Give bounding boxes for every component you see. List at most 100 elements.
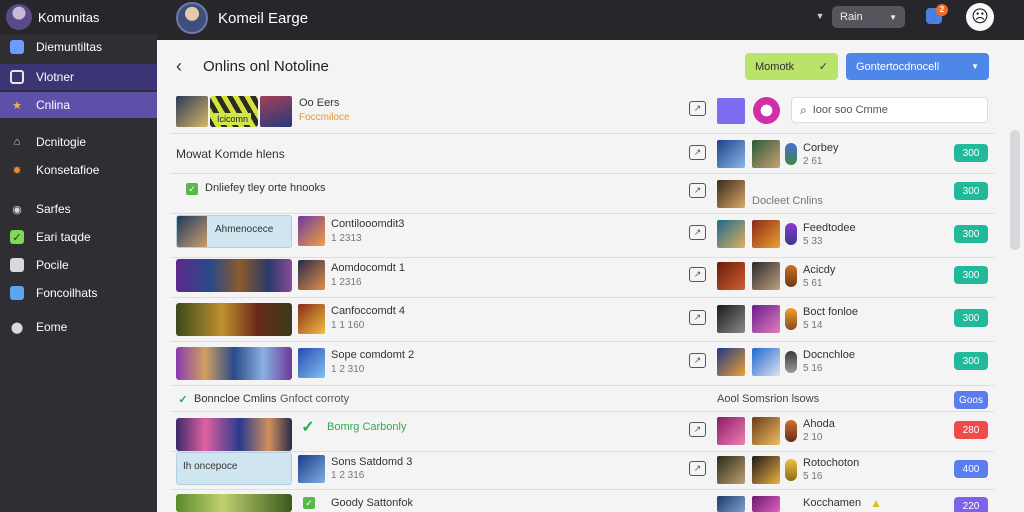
box-icon — [10, 70, 24, 84]
score-pill[interactable]: 300 — [954, 182, 988, 200]
user-thumbnail — [785, 223, 797, 245]
sidebar-item-3[interactable]: ⌂ Dcnitogie — [0, 129, 157, 155]
edit-icon[interactable]: ↗ — [689, 225, 706, 240]
user-name: Ahoda — [803, 418, 835, 430]
brand[interactable]: Komunitas — [0, 0, 157, 34]
edit-icon[interactable]: ↗ — [689, 101, 706, 116]
user-count: 5 14 — [803, 320, 823, 331]
sidebar-item-1[interactable]: Vlotner — [0, 64, 157, 90]
page-title: Onlins onl Notoline — [203, 58, 329, 75]
user-count: 5 16 — [803, 363, 823, 374]
edit-icon[interactable]: ↗ — [689, 461, 706, 476]
game-thumbnail — [298, 455, 325, 483]
score-pill[interactable]: 220 — [954, 497, 988, 512]
edit-icon[interactable]: ↗ — [689, 145, 706, 160]
star-icon: ★ — [12, 99, 22, 112]
sidebar-item-label: Diemuntiltas — [36, 40, 103, 54]
green-action-button[interactable]: Momotk ✓ — [745, 53, 838, 80]
search-input[interactable]: ⌕ — [791, 97, 988, 123]
user-thumbnail — [752, 262, 780, 290]
banner-label: Ih oncepoce — [183, 461, 238, 472]
sidebar-item-9[interactable]: ⬤ Eome — [0, 314, 157, 340]
sidebar-item-label: Eari taqde — [36, 230, 91, 244]
score-pill[interactable]: 300 — [954, 309, 988, 327]
calendar-icon — [10, 286, 24, 300]
user-menu-icon[interactable]: ☹ — [966, 3, 994, 31]
search-icon: ⌕ — [800, 102, 807, 117]
edit-icon[interactable]: ↗ — [689, 422, 706, 437]
user-thumbnail — [785, 459, 797, 481]
back-arrow-icon[interactable]: ‹ — [176, 56, 182, 77]
score-pill[interactable]: 300 — [954, 266, 988, 284]
sidebar-item-6[interactable]: ✓ Eari taqde — [0, 224, 157, 250]
score-pill[interactable]: 400 — [954, 460, 988, 478]
page-header-title: Komeil Earge — [218, 9, 309, 27]
user-thumbnail — [717, 348, 745, 376]
score-pill[interactable]: 300 — [954, 352, 988, 370]
check-icon: ✓ — [186, 183, 198, 195]
profile-header[interactable]: Komeil Earge — [176, 2, 308, 34]
score-pill[interactable]: 300 — [954, 144, 988, 162]
user-thumbnail — [785, 420, 797, 442]
user-thumbnail — [752, 456, 780, 484]
shield-icon: ⬤ — [10, 321, 24, 334]
table-row[interactable] — [170, 214, 994, 258]
table-row[interactable] — [170, 134, 994, 174]
user-thumbnail — [752, 140, 780, 168]
user-thumbnail — [717, 140, 745, 168]
sidebar-item-8[interactable]: Foncoilhats — [0, 280, 157, 306]
sidebar-item-5[interactable]: ◉ Sarfes — [0, 196, 157, 222]
grid-icon — [10, 40, 24, 54]
banner-badge: Icicomn — [214, 113, 252, 125]
edit-icon[interactable]: ↗ — [689, 267, 706, 282]
edit-icon[interactable]: ↗ — [689, 183, 706, 198]
user-thumbnail — [752, 305, 780, 333]
game-thumbnail — [298, 348, 325, 378]
table-row[interactable] — [170, 412, 994, 452]
game-banner: Icicomn — [210, 96, 258, 127]
table-row[interactable] — [170, 174, 994, 214]
user-thumbnail — [717, 496, 745, 512]
chevron-down-icon: ▼ — [971, 62, 979, 71]
table-row[interactable] — [170, 452, 994, 490]
sidebar-item-label: Dcnitogie — [36, 135, 87, 149]
score-pill[interactable]: Goos — [954, 391, 988, 409]
sidebar-item-0[interactable]: Diemuntiltas — [0, 34, 157, 60]
circle-icon: ◉ — [12, 203, 22, 216]
sidebar-item-label: Vlotner — [36, 70, 75, 84]
table-row[interactable] — [170, 298, 994, 342]
sidebar-item-label: Pocile — [36, 258, 69, 272]
header-dropdown[interactable]: Rain ▼ — [832, 6, 905, 28]
sidebar-item-2[interactable]: ★ Cnlina — [0, 92, 157, 118]
blue-dropdown-button[interactable]: Gontertocdnocell ▼ — [846, 53, 989, 80]
check-icon: ✓ — [303, 497, 315, 509]
camera-icon[interactable] — [753, 97, 780, 124]
user-name: Boct fonloe — [803, 306, 859, 318]
green-button-label: Momotk — [755, 60, 795, 73]
game-banner: Ahmenocece — [176, 215, 292, 248]
chevron-down-icon[interactable]: ▼ — [812, 8, 828, 24]
spark-icon: ✸ — [12, 164, 22, 177]
user-name: Rotochoton — [803, 457, 860, 469]
sidebar-item-7[interactable]: Pocile — [0, 252, 157, 278]
row-title: Sope comdomt 2 — [331, 349, 415, 361]
score-pill[interactable]: 300 — [954, 225, 988, 243]
table-row[interactable] — [170, 342, 994, 386]
user-count: 2 61 — [803, 156, 823, 167]
user-count: 2 10 — [803, 432, 823, 443]
sidebar-item-label: Konsetafioe — [36, 163, 100, 177]
notification-button[interactable]: 2 — [924, 4, 948, 28]
table-row[interactable] — [170, 258, 994, 298]
search-field[interactable] — [812, 104, 973, 116]
check-icon: ✓ — [178, 393, 188, 406]
user-thumbnail — [717, 305, 745, 333]
banner-label: Ahmenocece — [215, 224, 274, 235]
warning-icon: ▲ — [870, 496, 882, 510]
user-add-icon[interactable] — [717, 98, 745, 124]
scrollbar[interactable] — [1010, 130, 1020, 250]
edit-icon[interactable]: ↗ — [689, 310, 706, 325]
edit-icon[interactable]: ↗ — [689, 353, 706, 368]
score-pill[interactable]: 280 — [954, 421, 988, 439]
game-banner — [176, 418, 292, 451]
sidebar-item-4[interactable]: ✸ Konsetafioe — [0, 157, 157, 183]
